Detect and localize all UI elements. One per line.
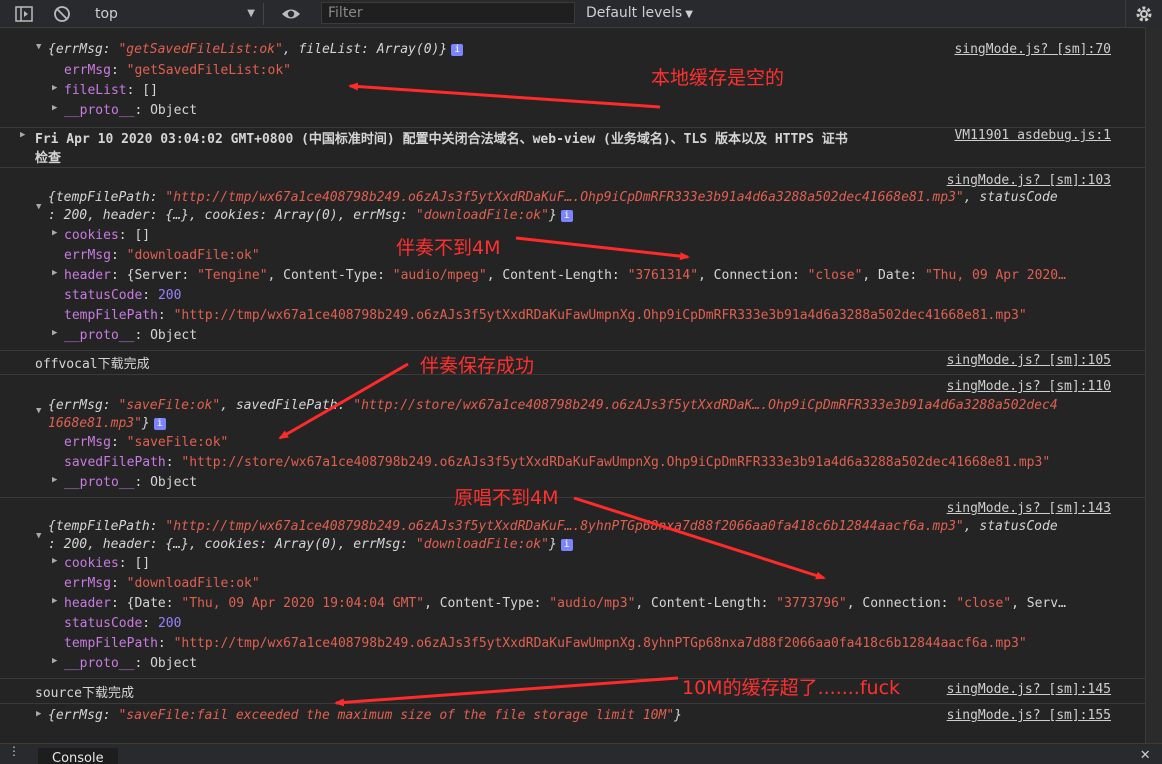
log-message: offvocal下载完成	[35, 357, 150, 372]
log-entry: offvocal下载完成 singMode.js? [sm]:105	[0, 350, 1145, 375]
source-link[interactable]: singMode.js? [sm]:70	[954, 42, 1111, 57]
object-preview[interactable]: {tempFilePath: "http://tmp/wx67a1ce40879…	[48, 519, 1058, 534]
expand-caret-icon[interactable]: ▶	[52, 596, 57, 606]
property-line: statusCode: 200	[64, 288, 182, 303]
log-entry: source下载完成 singMode.js? [sm]:145	[0, 678, 1145, 704]
filter-input[interactable]: Filter	[321, 2, 575, 24]
property-line[interactable]: cookies: []	[64, 556, 150, 571]
property-line[interactable]: __proto__: Object	[64, 103, 197, 118]
property-line: errMsg: "downloadFile:ok"	[64, 248, 260, 263]
property-line: statusCode: 200	[64, 616, 182, 631]
console-toolbar: top ▼ Filter Default levels ▼	[0, 0, 1162, 28]
info-icon: i	[560, 210, 573, 222]
log-entry: ▶ Fri Apr 10 2020 03:04:02 GMT+0800 (中国标…	[0, 127, 1145, 168]
log-entry: singMode.js? [sm]:110 ▼ {errMsg: "saveFi…	[0, 374, 1145, 498]
property-line[interactable]: __proto__: Object	[64, 475, 197, 490]
source-link[interactable]: singMode.js? [sm]:143	[947, 501, 1111, 516]
gear-icon	[1136, 6, 1152, 22]
annotation-text: 伴奏不到4M	[396, 237, 501, 259]
log-entry: singMode.js? [sm]:143 ▼ {tempFilePath: "…	[0, 497, 1145, 679]
property-line: errMsg: "saveFile:ok"	[64, 435, 229, 450]
expand-caret-icon[interactable]: ▶	[20, 130, 25, 140]
property-line[interactable]: header: {Date: "Thu, 09 Apr 2020 19:04:0…	[64, 596, 1066, 611]
eye-icon[interactable]	[280, 4, 302, 24]
log-levels-dropdown[interactable]: Default levels ▼	[586, 3, 693, 25]
log-message-cont: 检查	[35, 151, 62, 166]
dropdown-arrow-icon: ▼	[247, 8, 255, 19]
info-icon: i	[153, 418, 166, 430]
expand-caret-icon[interactable]: ▶	[52, 656, 57, 666]
object-preview[interactable]: {errMsg: "saveFile:ok", savedFilePath: "…	[48, 398, 1058, 413]
property-line[interactable]: fileList: []	[64, 83, 158, 98]
expand-caret-icon[interactable]: ▶	[52, 475, 57, 485]
property-line: tempFilePath: "http://tmp/wx67a1ce408798…	[64, 636, 1027, 651]
log-message: source下载完成	[35, 686, 134, 701]
context-label: top	[95, 6, 118, 22]
annotation-text: 原唱不到4M	[454, 487, 559, 509]
more-tabs-icon[interactable]: ⋮	[8, 744, 20, 758]
log-levels-label: Default levels	[586, 5, 683, 21]
property-line: tempFilePath: "http://tmp/wx67a1ce408798…	[64, 308, 1027, 323]
sidebar-toggle-icon[interactable]	[14, 4, 34, 24]
property-line[interactable]: cookies: []	[64, 228, 150, 243]
drawer-tabbar: ⋮ Console ✕	[0, 743, 1162, 764]
tab-console[interactable]: Console	[38, 748, 118, 764]
annotation-text: 10M的缓存超了.......fuck	[682, 677, 901, 699]
settings-button[interactable]	[1125, 0, 1162, 27]
source-link[interactable]: singMode.js? [sm]:105	[947, 353, 1111, 368]
source-link[interactable]: VM11901 asdebug.js:1	[954, 128, 1111, 143]
collapse-caret-icon[interactable]: ▼	[36, 406, 41, 416]
clear-console-icon[interactable]	[52, 4, 72, 24]
expand-caret-icon[interactable]: ▶	[36, 709, 41, 719]
property-line[interactable]: __proto__: Object	[64, 328, 197, 343]
dropdown-arrow-icon: ▼	[685, 9, 693, 20]
collapse-caret-icon[interactable]: ▼	[36, 531, 41, 541]
property-line: savedFilePath: "http://store/wx67a1ce408…	[64, 455, 1051, 470]
expand-caret-icon[interactable]: ▶	[52, 556, 57, 566]
annotation-text: 伴奏保存成功	[420, 355, 535, 377]
object-preview-cont: : 200, header: {…}, cookies: Array(0), e…	[48, 537, 573, 552]
property-line: errMsg: "downloadFile:ok"	[64, 576, 260, 591]
log-entry: ▶ {errMsg: "saveFile:fail exceeded the m…	[0, 703, 1145, 729]
source-link[interactable]: singMode.js? [sm]:103	[947, 173, 1111, 188]
object-preview[interactable]: {errMsg: "saveFile:fail exceeded the max…	[48, 708, 682, 723]
expand-caret-icon[interactable]: ▶	[52, 103, 57, 113]
property-line[interactable]: header: {Server: "Tengine", Content-Type…	[64, 268, 1066, 283]
object-preview-cont: 1668e81.mp3"} i	[48, 416, 166, 431]
collapse-caret-icon[interactable]: ▼	[36, 42, 41, 52]
source-link[interactable]: singMode.js? [sm]:110	[947, 379, 1111, 394]
log-entry: singMode.js? [sm]:103 ▼ {tempFilePath: "…	[0, 167, 1145, 351]
close-icon[interactable]: ✕	[1140, 744, 1150, 763]
expand-caret-icon[interactable]: ▶	[52, 328, 57, 338]
scrollbar[interactable]	[1145, 27, 1162, 743]
property-line: errMsg: "getSavedFileList:ok"	[64, 63, 291, 78]
annotation-text: 本地缓存是空的	[651, 67, 785, 89]
log-entry: ▼ {errMsg: "getSavedFileList:ok", fileLi…	[0, 27, 1145, 128]
info-icon: i	[560, 539, 573, 551]
object-preview[interactable]: {tempFilePath: "http://tmp/wx67a1ce40879…	[48, 190, 1058, 205]
info-icon: i	[451, 44, 464, 56]
expand-caret-icon[interactable]: ▶	[52, 83, 57, 93]
object-preview-cont: : 200, header: {…}, cookies: Array(0), e…	[48, 208, 573, 223]
context-selector[interactable]: top ▼	[88, 3, 264, 25]
expand-caret-icon[interactable]: ▶	[52, 228, 57, 238]
collapse-caret-icon[interactable]: ▼	[36, 202, 41, 212]
log-message: Fri Apr 10 2020 03:04:02 GMT+0800 (中国标准时…	[35, 132, 848, 147]
object-preview[interactable]: {errMsg: "getSavedFileList:ok", fileList…	[48, 42, 464, 57]
source-link[interactable]: singMode.js? [sm]:145	[947, 682, 1111, 697]
expand-caret-icon[interactable]: ▶	[52, 268, 57, 278]
property-line[interactable]: __proto__: Object	[64, 656, 197, 671]
source-link[interactable]: singMode.js? [sm]:155	[947, 708, 1111, 723]
